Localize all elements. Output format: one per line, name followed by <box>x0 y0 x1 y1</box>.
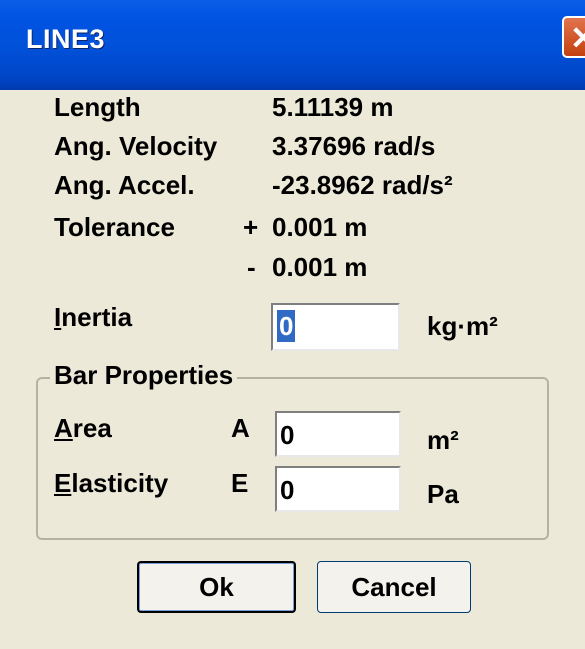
inertia-label: Inertia <box>54 302 132 333</box>
tolerance-minus-sign: - <box>247 252 256 282</box>
area-mnemonic: A <box>54 413 73 443</box>
inertia-field[interactable]: 0 <box>271 303 400 351</box>
area-label-rest: rea <box>72 413 112 443</box>
length-label: Length <box>54 92 141 122</box>
elasticity-input[interactable] <box>280 472 394 508</box>
tolerance-label: Tolerance <box>54 212 175 242</box>
tolerance-plus-value: 0.001 m <box>272 212 368 242</box>
elasticity-label: Elasticity <box>54 468 168 499</box>
inertia-selected-value[interactable]: 0 <box>277 310 296 342</box>
ang-accel-label: Ang. Accel. <box>54 170 195 200</box>
cancel-button[interactable]: Cancel <box>317 561 471 613</box>
area-unit: m² <box>427 425 459 455</box>
area-symbol: A <box>231 413 250 443</box>
area-label: Area <box>54 413 112 444</box>
close-button[interactable]: ✕ <box>562 16 585 58</box>
bar-properties-group <box>36 377 549 540</box>
tolerance-plus-sign: + <box>243 212 259 242</box>
inertia-label-rest: nertia <box>61 302 133 332</box>
area-field[interactable] <box>275 411 401 457</box>
tolerance-minus-value: 0.001 m <box>272 252 368 282</box>
inertia-unit: kg·m² <box>427 311 498 341</box>
ang-velocity-value: 3.37696 rad/s <box>272 131 436 161</box>
elasticity-unit: Pa <box>427 479 459 509</box>
elasticity-symbol: E <box>231 468 249 498</box>
bar-properties-title: Bar Properties <box>50 360 238 391</box>
elasticity-mnemonic: E <box>54 468 72 498</box>
ok-button[interactable]: Ok <box>137 561 296 613</box>
line3-dialog: LINE3 ✕ Length 5.11139 m Ang. Velocity 3… <box>0 0 585 649</box>
window-title: LINE3 <box>26 24 106 54</box>
ang-velocity-label: Ang. Velocity <box>54 131 218 161</box>
elasticity-field[interactable] <box>275 466 401 512</box>
area-input[interactable] <box>280 417 394 453</box>
close-icon: ✕ <box>570 20 585 56</box>
length-value: 5.11139 m <box>272 92 394 122</box>
ang-accel-value: -23.8962 rad/s² <box>272 170 453 200</box>
elasticity-label-rest: lasticity <box>71 468 169 498</box>
title-bar[interactable]: LINE3 ✕ <box>0 0 585 90</box>
